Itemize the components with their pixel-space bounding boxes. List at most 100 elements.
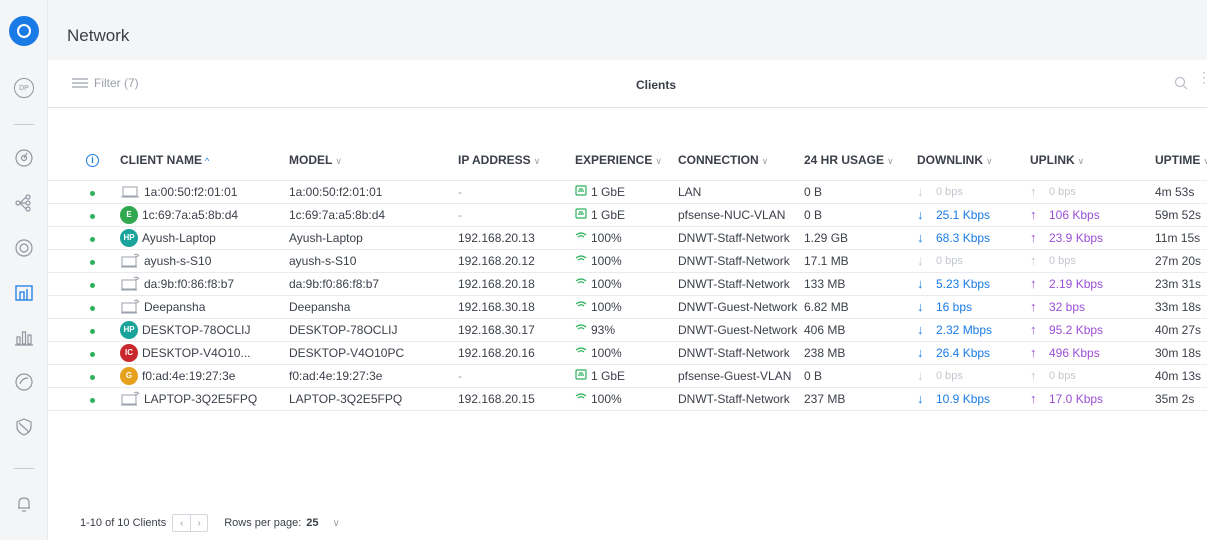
topology-icon[interactable] — [13, 192, 35, 214]
table-row[interactable]: ayush-s-S10 ayush-s-S10 192.168.20.12 100% D… — [48, 249, 1207, 273]
wifi-device-icon — [120, 276, 140, 292]
online-status-dot — [90, 397, 95, 403]
uplink-arrow-icon: ↑ — [1030, 368, 1037, 383]
client-uptime: 40m 13s — [1155, 364, 1207, 388]
online-status-dot — [90, 190, 95, 196]
client-uplink: 0 bps — [1049, 254, 1076, 267]
wifi-icon — [575, 300, 587, 314]
column-header-client-name[interactable]: CLIENT NAME ^ — [120, 140, 289, 180]
client-uptime: 30m 18s — [1155, 341, 1207, 365]
client-experience: 1 GbE — [591, 184, 626, 199]
client-model: DESKTOP-V4O10PC — [289, 341, 458, 365]
client-ip: - — [458, 364, 575, 388]
client-connection: LAN — [678, 179, 804, 204]
client-name[interactable]: LAPTOP-3Q2E5FPQ — [144, 392, 257, 406]
online-status-dot — [90, 328, 95, 334]
downlink-arrow-icon: ↓ — [917, 184, 924, 199]
dashboard-icon[interactable] — [13, 147, 35, 169]
online-status-dot — [90, 282, 95, 288]
column-header-uptime[interactable]: UPTIME ∨ — [1155, 140, 1207, 180]
chevron-down-icon: ∨ — [1077, 155, 1085, 166]
filter-button[interactable]: Filter (7) — [72, 76, 139, 90]
client-experience: 100% — [591, 391, 622, 406]
column-header-connection[interactable]: CONNECTION ∨ — [678, 140, 804, 180]
downlink-arrow-icon: ↓ — [917, 253, 924, 268]
filter-icon — [72, 78, 88, 88]
client-ip: 192.168.30.18 — [458, 295, 575, 319]
column-header-24hr-usage[interactable]: 24 HR USAGE ∨ — [804, 140, 917, 180]
client-uplink: 23.9 Kbps — [1049, 230, 1104, 245]
security-icon[interactable] — [13, 416, 35, 438]
insights-icon[interactable] — [13, 371, 35, 393]
avatar: HP — [120, 320, 138, 339]
client-uptime: 59m 52s — [1155, 203, 1207, 227]
client-uplink: 32 bps — [1049, 299, 1086, 314]
column-header-ip-address[interactable]: IP ADDRESS ∨ — [458, 140, 575, 180]
devices-icon[interactable] — [13, 237, 35, 259]
client-uptime: 40m 27s — [1155, 318, 1207, 342]
client-experience: 100% — [591, 299, 622, 314]
downlink-arrow-icon: ↓ — [917, 345, 924, 360]
client-usage: 0 B — [804, 203, 917, 227]
table-row[interactable]: 1a:00:50:f2:01:01 1a:00:50:f2:01:01-1 GbE… — [48, 179, 1207, 204]
table-row[interactable]: IC DESKTOP-V4O10... DESKTOP-V4O10PC 192.168… — [48, 341, 1207, 365]
column-header-downlink[interactable]: DOWNLINK ∨ — [917, 140, 1030, 180]
column-header-experience[interactable]: EXPERIENCE ∨ — [575, 140, 678, 180]
wifi-icon — [575, 346, 587, 360]
client-name[interactable]: 1c:69:7a:a5:8b:d4 — [142, 208, 238, 222]
client-downlink: 68.3 Kbps — [936, 230, 991, 245]
client-usage: 237 MB — [804, 387, 917, 411]
rows-per-page-value[interactable]: 25 — [306, 517, 318, 529]
chevron-down-icon: ∨ — [761, 155, 769, 166]
unifi-logo-icon[interactable] — [9, 16, 39, 46]
client-name[interactable]: DESKTOP-78OCLIJ — [142, 323, 250, 337]
chevron-down-icon[interactable]: ∨ — [333, 518, 340, 529]
client-usage: 133 MB — [804, 272, 917, 296]
pagination-controls: ‹ › — [172, 514, 209, 532]
site-dp-button[interactable]: DP — [13, 77, 35, 99]
more-options-icon[interactable]: ⋮ — [1197, 70, 1207, 84]
client-experience: 100% — [591, 345, 622, 360]
client-name[interactable]: f0:ad:4e:19:27:3e — [142, 369, 235, 383]
next-page-button[interactable]: › — [190, 515, 207, 531]
sort-asc-icon: ^ — [205, 155, 210, 166]
client-ip: 192.168.20.15 — [458, 387, 575, 411]
wifi-icon — [575, 323, 587, 337]
prev-page-button[interactable]: ‹ — [173, 515, 190, 531]
client-ip: 192.168.20.13 — [458, 226, 575, 250]
client-uplink: 2.19 Kbps — [1049, 276, 1104, 291]
client-model: da:9b:f0:86:f8:b7 — [289, 272, 458, 296]
table-row[interactable]: da:9b:f0:86:f8:b7 da:9b:f0:86:f8:b7 192.16… — [48, 272, 1207, 296]
column-header-model[interactable]: MODEL ∨ — [289, 140, 458, 180]
alerts-icon[interactable] — [13, 493, 35, 515]
downlink-arrow-icon: ↓ — [917, 322, 924, 337]
client-name[interactable]: DESKTOP-V4O10... — [142, 346, 251, 360]
client-uptime: 33m 18s — [1155, 295, 1207, 319]
table-row[interactable]: Deepansha Deepansha 192.168.30.18 100% DNWT-… — [48, 295, 1207, 319]
search-icon[interactable] — [1174, 76, 1188, 95]
client-name[interactable]: da:9b:f0:86:f8:b7 — [144, 277, 234, 291]
online-status-dot — [90, 351, 95, 357]
client-name[interactable]: ayush-s-S10 — [144, 254, 211, 268]
client-downlink: 5.23 Kbps — [936, 276, 991, 291]
page-title: Network — [67, 26, 130, 45]
info-icon[interactable]: i — [48, 140, 99, 180]
client-uptime: 27m 20s — [1155, 249, 1207, 273]
table-row[interactable]: HP DESKTOP-78OCLIJ DESKTOP-78OCLIJ 192.168.… — [48, 318, 1207, 342]
client-experience: 100% — [591, 253, 622, 268]
client-ip: - — [458, 203, 575, 227]
statistics-icon[interactable] — [13, 326, 35, 348]
ethernet-icon — [575, 368, 587, 383]
table-row[interactable]: E 1c:69:7a:a5:8b:d4 1c:69:7a:a5:8b:d4-1 Gb… — [48, 203, 1207, 227]
table-row[interactable]: Gf0:ad:4e:19:27:3e f0:ad:4e:19:27:3e -1 Gb… — [48, 364, 1207, 388]
downlink-arrow-icon: ↓ — [917, 230, 924, 245]
clients-icon[interactable] — [13, 282, 35, 304]
table-row[interactable]: HP Ayush-Laptop Ayush-Laptop 192.168.20.13 1… — [48, 226, 1207, 250]
client-name[interactable]: Deepansha — [144, 300, 205, 314]
client-name[interactable]: 1a:00:50:f2:01:01 — [144, 185, 237, 199]
client-connection: DNWT-Staff-Network — [678, 341, 804, 365]
avatar: E — [120, 205, 138, 224]
column-header-uplink[interactable]: UPLINK ∨ — [1030, 140, 1155, 180]
client-name[interactable]: Ayush-Laptop — [142, 231, 216, 245]
table-row[interactable]: LAPTOP-3Q2E5FPQ LAPTOP-3Q2E5FPQ 192.168.20… — [48, 387, 1207, 411]
